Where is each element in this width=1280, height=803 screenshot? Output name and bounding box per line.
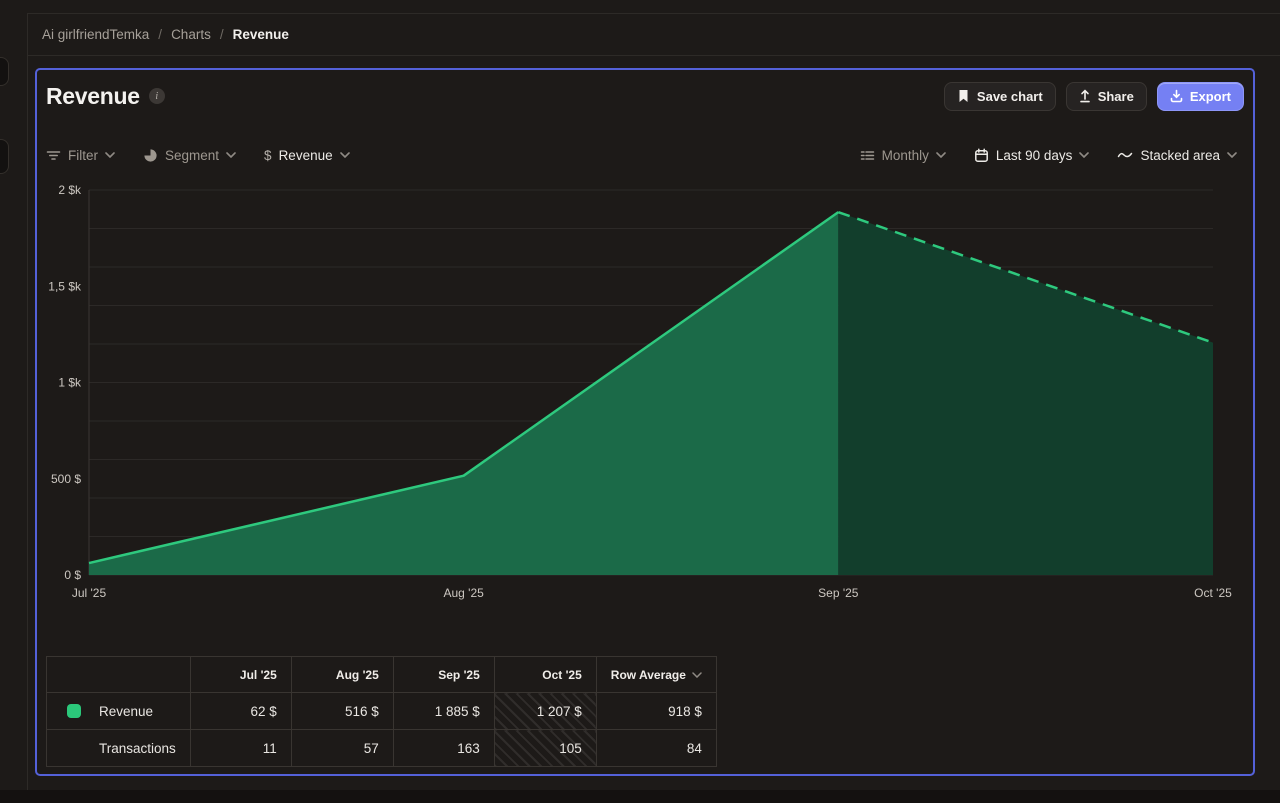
revenue-area-chart[interactable]: 0 $ 500 $ 1 $k 1,5 $k 2 $k Jul '25 Aug '25 Sep …	[37, 183, 1253, 613]
svg-text:Oct '25: Oct '25	[1194, 586, 1232, 600]
series-name-cell: Revenue	[47, 693, 191, 730]
date-range-label: Last 90 days	[996, 148, 1073, 163]
chevron-down-icon	[226, 152, 236, 158]
breadcrumb-item-charts[interactable]: Charts	[171, 27, 211, 42]
chevron-down-icon	[340, 152, 350, 158]
table-value-cell: 1 207 $	[494, 693, 596, 730]
table-value-cell: 62 $	[190, 693, 291, 730]
chart-panel: Revenue i Save chart Share Export	[35, 68, 1255, 776]
table-value-cell: 918 $	[596, 693, 716, 730]
segment-label: Segment	[165, 148, 219, 163]
segment-pie-icon	[143, 148, 158, 163]
bookmark-icon	[957, 89, 970, 103]
export-icon	[1170, 89, 1183, 103]
table-value-cell: 1 885 $	[393, 693, 494, 730]
save-chart-button[interactable]: Save chart	[944, 82, 1056, 111]
summary-table: Jul '25Aug '25Sep '25Oct '25Row AverageR…	[46, 656, 717, 767]
dollar-icon: $	[264, 148, 272, 163]
svg-text:Aug '25: Aug '25	[444, 586, 485, 600]
filter-label: Filter	[68, 148, 98, 163]
chart-type-label: Stacked area	[1140, 148, 1220, 163]
table-row: Revenue62 $516 $1 885 $1 207 $918 $	[47, 693, 717, 730]
table-value-cell: 84	[596, 730, 716, 767]
breadcrumb-separator: /	[158, 27, 162, 42]
share-icon	[1079, 89, 1091, 103]
save-chart-label: Save chart	[977, 89, 1043, 104]
table-col-header: Jul '25	[190, 657, 291, 693]
metric-dropdown[interactable]: $ Revenue	[264, 148, 350, 163]
table-col-header: Oct '25	[494, 657, 596, 693]
panel-actions: Save chart Share Export	[944, 82, 1244, 111]
granularity-dropdown[interactable]: Monthly	[860, 148, 946, 163]
chart-type-dropdown[interactable]: Stacked area	[1117, 148, 1237, 163]
info-icon[interactable]: i	[149, 88, 165, 104]
chevron-down-icon	[1227, 152, 1237, 158]
chevron-down-icon	[105, 152, 115, 158]
svg-text:2 $k: 2 $k	[58, 183, 82, 197]
share-label: Share	[1098, 89, 1134, 104]
chevron-down-icon	[936, 152, 946, 158]
svg-text:1,5 $k: 1,5 $k	[48, 279, 82, 293]
left-divider	[27, 13, 28, 790]
table-value-cell: 105	[494, 730, 596, 767]
date-range-dropdown[interactable]: Last 90 days	[974, 148, 1090, 163]
area-wave-icon	[1117, 149, 1133, 161]
chart-toolbar: Filter Segment $ Revenue Monthly	[46, 143, 1237, 167]
sidebar-peek-item-top[interactable]	[0, 57, 9, 86]
calendar-icon	[974, 148, 989, 163]
filter-dropdown[interactable]: Filter	[46, 148, 115, 163]
svg-text:0 $: 0 $	[64, 568, 81, 582]
table-col-header: Sep '25	[393, 657, 494, 693]
series-name-cell: Transactions	[47, 730, 191, 767]
svg-text:1 $k: 1 $k	[58, 376, 82, 390]
table-row: Transactions115716310584	[47, 730, 717, 767]
svg-text:500 $: 500 $	[51, 472, 81, 486]
window-bottom-edge	[0, 790, 1280, 803]
export-button[interactable]: Export	[1157, 82, 1244, 111]
chevron-down-icon	[1079, 152, 1089, 158]
row-average-header[interactable]: Row Average	[596, 657, 716, 693]
table-header-row: Jul '25Aug '25Sep '25Oct '25Row Average	[47, 657, 717, 693]
series-name-header	[47, 657, 191, 693]
sidebar-peek-item-bottom[interactable]	[0, 139, 9, 174]
breadcrumb: Ai girlfriendTemka / Charts / Revenue	[27, 13, 1280, 56]
table-value-cell: 163	[393, 730, 494, 767]
table-value-cell: 57	[291, 730, 393, 767]
breadcrumb-item-current: Revenue	[233, 27, 289, 42]
share-button[interactable]: Share	[1066, 82, 1147, 111]
breadcrumb-item-project[interactable]: Ai girlfriendTemka	[42, 27, 149, 42]
toolbar-left-group: Filter Segment $ Revenue	[46, 148, 350, 163]
table-value-cell: 516 $	[291, 693, 393, 730]
page-title: Revenue	[46, 83, 140, 110]
table-col-header: Aug '25	[291, 657, 393, 693]
metric-label: Revenue	[279, 148, 333, 163]
segment-dropdown[interactable]: Segment	[143, 148, 236, 163]
svg-text:Jul '25: Jul '25	[72, 586, 107, 600]
toolbar-right-group: Monthly Last 90 days Stacked area	[860, 148, 1237, 163]
export-label: Export	[1190, 89, 1231, 104]
table-value-cell: 11	[190, 730, 291, 767]
app-window: Ai girlfriendTemka / Charts / Revenue Re…	[0, 0, 1280, 803]
granularity-rows-icon	[860, 148, 875, 163]
svg-text:Sep '25: Sep '25	[818, 586, 859, 600]
series-swatch	[67, 704, 81, 718]
granularity-label: Monthly	[882, 148, 929, 163]
filter-icon	[46, 148, 61, 163]
breadcrumb-separator: /	[220, 27, 224, 42]
panel-header: Revenue i Save chart Share Export	[46, 81, 1244, 111]
